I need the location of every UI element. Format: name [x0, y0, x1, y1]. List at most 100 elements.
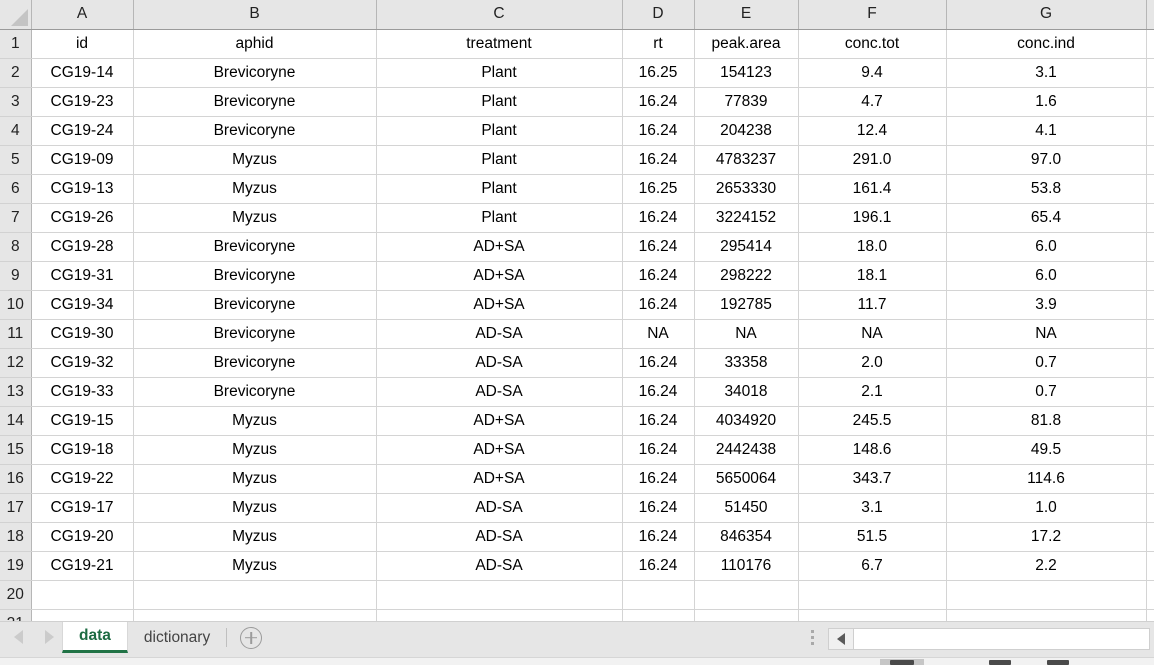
cell-G11[interactable]: NA: [946, 319, 1147, 349]
cell-A21[interactable]: [31, 609, 134, 622]
row-header-11[interactable]: 11: [0, 319, 32, 349]
cell-D2[interactable]: 16.25: [622, 58, 695, 88]
cell-C11[interactable]: AD-SA: [376, 319, 623, 349]
cell-H20[interactable]: [1146, 580, 1154, 610]
cell-H5[interactable]: [1146, 145, 1154, 175]
row-header-8[interactable]: 8: [0, 232, 32, 262]
cell-H18[interactable]: [1146, 522, 1154, 552]
cell-D15[interactable]: 16.24: [622, 435, 695, 465]
cell-H13[interactable]: [1146, 377, 1154, 407]
cell-B10[interactable]: Brevicoryne: [133, 290, 377, 320]
cell-F11[interactable]: NA: [798, 319, 947, 349]
cell-B5[interactable]: Myzus: [133, 145, 377, 175]
cell-A6[interactable]: CG19-13: [31, 174, 134, 204]
row-header-14[interactable]: 14: [0, 406, 32, 436]
cell-F21[interactable]: [798, 609, 947, 622]
cell-F18[interactable]: 51.5: [798, 522, 947, 552]
cell-G7[interactable]: 65.4: [946, 203, 1147, 233]
horizontal-scrollbar-track[interactable]: [854, 628, 1150, 651]
cell-F20[interactable]: [798, 580, 947, 610]
cell-G15[interactable]: 49.5: [946, 435, 1147, 465]
triangle-right-icon[interactable]: [45, 630, 54, 645]
cell-F8[interactable]: 18.0: [798, 232, 947, 262]
cell-D18[interactable]: 16.24: [622, 522, 695, 552]
cell-C20[interactable]: [376, 580, 623, 610]
row-header-16[interactable]: 16: [0, 464, 32, 494]
row-header-9[interactable]: 9: [0, 261, 32, 291]
column-header-h-partial[interactable]: [1146, 0, 1154, 30]
cell-D1[interactable]: rt: [622, 29, 695, 59]
cell-B21[interactable]: [133, 609, 377, 622]
column-header-g[interactable]: G: [946, 0, 1147, 30]
column-header-b[interactable]: B: [133, 0, 377, 30]
cell-H9[interactable]: [1146, 261, 1154, 291]
cell-C14[interactable]: AD+SA: [376, 406, 623, 436]
row-header-20[interactable]: 20: [0, 580, 32, 610]
cell-H1[interactable]: [1146, 29, 1154, 59]
cell-F6[interactable]: 161.4: [798, 174, 947, 204]
add-sheet-button[interactable]: [227, 622, 275, 653]
cell-D13[interactable]: 16.24: [622, 377, 695, 407]
cell-C6[interactable]: Plant: [376, 174, 623, 204]
cell-G2[interactable]: 3.1: [946, 58, 1147, 88]
cell-B20[interactable]: [133, 580, 377, 610]
row-header-10[interactable]: 10: [0, 290, 32, 320]
cell-F9[interactable]: 18.1: [798, 261, 947, 291]
cell-G19[interactable]: 2.2: [946, 551, 1147, 581]
cell-C21[interactable]: [376, 609, 623, 622]
cell-E11[interactable]: NA: [694, 319, 799, 349]
cell-H2[interactable]: [1146, 58, 1154, 88]
row-header-17[interactable]: 17: [0, 493, 32, 523]
cell-A10[interactable]: CG19-34: [31, 290, 134, 320]
cell-H7[interactable]: [1146, 203, 1154, 233]
cell-B4[interactable]: Brevicoryne: [133, 116, 377, 146]
cell-G9[interactable]: 6.0: [946, 261, 1147, 291]
cell-F3[interactable]: 4.7: [798, 87, 947, 117]
cell-F12[interactable]: 2.0: [798, 348, 947, 378]
column-header-c[interactable]: C: [376, 0, 623, 30]
cell-A18[interactable]: CG19-20: [31, 522, 134, 552]
cell-H21[interactable]: [1146, 609, 1154, 622]
cell-A1[interactable]: id: [31, 29, 134, 59]
cell-B1[interactable]: aphid: [133, 29, 377, 59]
cell-E16[interactable]: 5650064: [694, 464, 799, 494]
cell-E7[interactable]: 3224152: [694, 203, 799, 233]
row-header-19[interactable]: 19: [0, 551, 32, 581]
cell-B2[interactable]: Brevicoryne: [133, 58, 377, 88]
view-normal-button[interactable]: [880, 659, 924, 665]
cell-C3[interactable]: Plant: [376, 87, 623, 117]
column-header-f[interactable]: F: [798, 0, 947, 30]
cell-F19[interactable]: 6.7: [798, 551, 947, 581]
cell-G10[interactable]: 3.9: [946, 290, 1147, 320]
cell-A14[interactable]: CG19-15: [31, 406, 134, 436]
cell-G20[interactable]: [946, 580, 1147, 610]
cell-A20[interactable]: [31, 580, 134, 610]
cell-D8[interactable]: 16.24: [622, 232, 695, 262]
cell-E6[interactable]: 2653330: [694, 174, 799, 204]
cell-D5[interactable]: 16.24: [622, 145, 695, 175]
cell-A19[interactable]: CG19-21: [31, 551, 134, 581]
cell-F15[interactable]: 148.6: [798, 435, 947, 465]
cell-B7[interactable]: Myzus: [133, 203, 377, 233]
horizontal-scrollbar[interactable]: [828, 628, 1150, 651]
cell-D3[interactable]: 16.24: [622, 87, 695, 117]
cell-C18[interactable]: AD-SA: [376, 522, 623, 552]
cell-H16[interactable]: [1146, 464, 1154, 494]
cell-D16[interactable]: 16.24: [622, 464, 695, 494]
cell-D21[interactable]: [622, 609, 695, 622]
cell-H11[interactable]: [1146, 319, 1154, 349]
cell-C12[interactable]: AD-SA: [376, 348, 623, 378]
cell-D20[interactable]: [622, 580, 695, 610]
cell-E10[interactable]: 192785: [694, 290, 799, 320]
cell-C8[interactable]: AD+SA: [376, 232, 623, 262]
cell-G4[interactable]: 4.1: [946, 116, 1147, 146]
cell-D19[interactable]: 16.24: [622, 551, 695, 581]
cell-C10[interactable]: AD+SA: [376, 290, 623, 320]
cell-G3[interactable]: 1.6: [946, 87, 1147, 117]
sheet-tab-data[interactable]: data: [62, 622, 128, 654]
cell-A11[interactable]: CG19-30: [31, 319, 134, 349]
select-all-corner-button[interactable]: [0, 0, 32, 30]
cell-G18[interactable]: 17.2: [946, 522, 1147, 552]
row-header-13[interactable]: 13: [0, 377, 32, 407]
cell-C2[interactable]: Plant: [376, 58, 623, 88]
